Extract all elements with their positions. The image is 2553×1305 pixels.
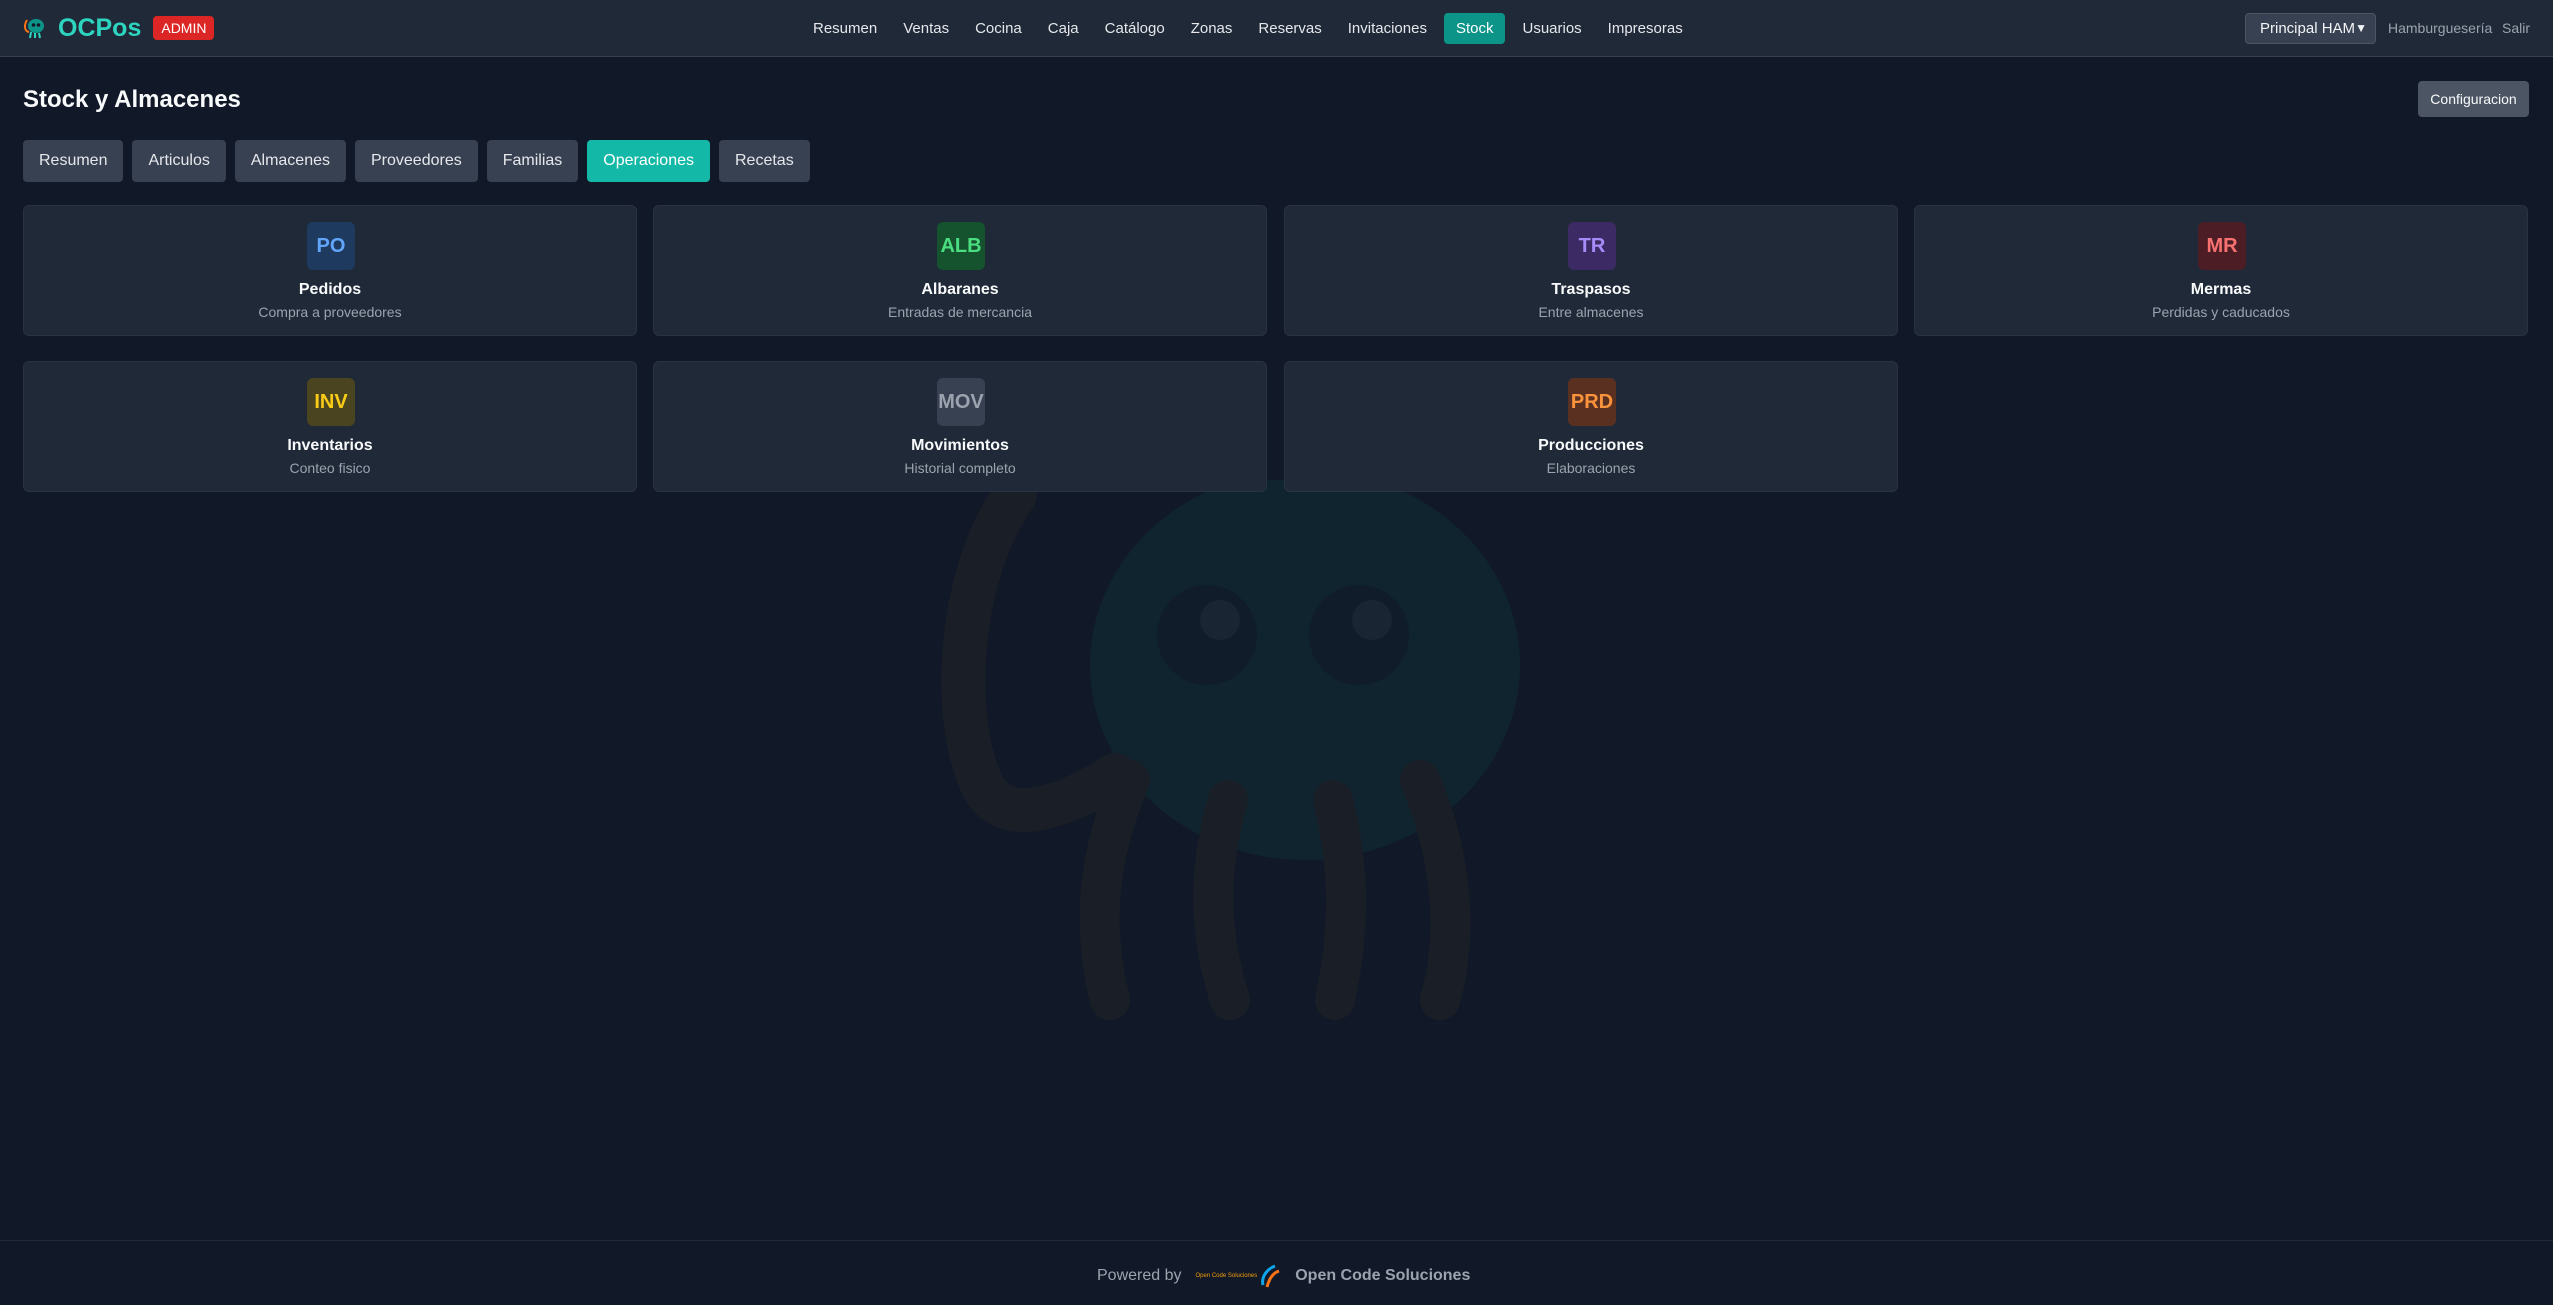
- card-subtitle: Historial completo: [904, 460, 1016, 476]
- card-title: Mermas: [2190, 281, 2252, 298]
- card-producciones[interactable]: PRD Producciones Elaboraciones: [1284, 361, 1898, 492]
- app-name: OCPos: [58, 14, 142, 42]
- chevron-down-icon: ▼: [2355, 21, 2367, 35]
- card-title: Pedidos: [298, 281, 362, 298]
- nav-item-reservas[interactable]: Reservas: [1249, 13, 1330, 44]
- movimientos-code-icon: MOV: [937, 378, 985, 426]
- admin-badge: ADMIN: [153, 16, 215, 40]
- card-title: Inventarios: [287, 437, 373, 454]
- octopus-watermark-icon: [941, 480, 1520, 1020]
- card-subtitle: Entradas de mercancia: [888, 304, 1032, 320]
- nav-item-invitaciones[interactable]: Invitaciones: [1339, 13, 1436, 44]
- logo-text: Open Code Soluciones: [1195, 1273, 1258, 1279]
- logout-link[interactable]: Salir: [2502, 20, 2530, 36]
- card-subtitle: Compra a proveedores: [258, 304, 402, 320]
- powered-by-label: Powered by: [1097, 1267, 1182, 1284]
- top-navbar: OCPos ADMIN Resumen Ventas Cocina Caja C…: [0, 0, 2553, 57]
- company-name[interactable]: Open Code Soluciones: [1295, 1267, 1470, 1285]
- store-select[interactable]: Principal HAM ▼: [2245, 13, 2376, 44]
- card-subtitle: Entre almacenes: [1538, 304, 1644, 320]
- producciones-code-icon: PRD: [1568, 378, 1616, 426]
- card-subtitle: Perdidas y caducados: [2152, 304, 2290, 320]
- card-albaranes[interactable]: ALB Albaranes Entradas de mercancia: [653, 205, 1267, 336]
- company-logo[interactable]: Open Code Soluciones: [1196, 1263, 1282, 1289]
- nav-item-catalogo[interactable]: Catálogo: [1096, 13, 1174, 44]
- nav-item-usuarios[interactable]: Usuarios: [1513, 13, 1590, 44]
- card-inventarios[interactable]: INV Inventarios Conteo fisico: [23, 361, 637, 492]
- card-pedidos[interactable]: PO Pedidos Compra a proveedores: [23, 205, 637, 336]
- mermas-code-icon: MR: [2198, 222, 2246, 270]
- card-subtitle: Conteo fisico: [289, 460, 371, 476]
- traspasos-code-icon: TR: [1568, 222, 1616, 270]
- card-mermas[interactable]: MR Mermas Perdidas y caducados: [1914, 205, 2528, 336]
- stock-tabs: Resumen Articulos Almacenes Proveedores …: [23, 140, 819, 182]
- footer: Powered by Open Code Soluciones Open Cod…: [0, 1240, 2553, 1305]
- brand[interactable]: OCPos ADMIN: [22, 14, 215, 42]
- tab-recetas[interactable]: Recetas: [719, 140, 810, 182]
- nav-item-ventas[interactable]: Ventas: [894, 13, 958, 44]
- inventarios-code-icon: INV: [307, 378, 355, 426]
- nav-item-resumen[interactable]: Resumen: [804, 13, 886, 44]
- card-title: Traspasos: [1551, 281, 1631, 298]
- company-logo-icon: [1261, 1264, 1280, 1288]
- main-nav: Resumen Ventas Cocina Caja Catálogo Zona…: [804, 13, 1700, 44]
- albaranes-code-icon: ALB: [937, 222, 985, 270]
- card-title: Producciones: [1538, 437, 1644, 454]
- nav-item-stock[interactable]: Stock: [1443, 13, 1506, 44]
- card-traspasos[interactable]: TR Traspasos Entre almacenes: [1284, 205, 1898, 336]
- nav-item-zonas[interactable]: Zonas: [1182, 13, 1242, 44]
- tab-operaciones[interactable]: Operaciones: [587, 140, 710, 182]
- card-subtitle: Elaboraciones: [1546, 460, 1636, 476]
- tab-resumen[interactable]: Resumen: [23, 140, 124, 182]
- card-title: Albaranes: [921, 281, 999, 298]
- nav-item-caja[interactable]: Caja: [1039, 13, 1088, 44]
- octopus-logo-icon: [23, 19, 44, 39]
- nav-item-cocina[interactable]: Cocina: [966, 13, 1031, 44]
- tab-almacenes[interactable]: Almacenes: [234, 140, 346, 182]
- card-movimientos[interactable]: MOV Movimientos Historial completo: [653, 361, 1267, 492]
- page-title: Stock y Almacenes: [23, 86, 241, 113]
- card-title: Movimientos: [911, 437, 1009, 454]
- user-name: Hamburguesería: [2388, 20, 2493, 36]
- pedidos-code-icon: PO: [307, 222, 355, 270]
- tab-proveedores[interactable]: Proveedores: [355, 140, 478, 182]
- tab-familias[interactable]: Familias: [486, 140, 579, 182]
- store-select-value: Principal HAM: [2260, 20, 2356, 37]
- tab-articulos[interactable]: Articulos: [132, 140, 226, 182]
- nav-item-impresoras[interactable]: Impresoras: [1599, 13, 1692, 44]
- config-button[interactable]: Configuracion: [2418, 81, 2529, 117]
